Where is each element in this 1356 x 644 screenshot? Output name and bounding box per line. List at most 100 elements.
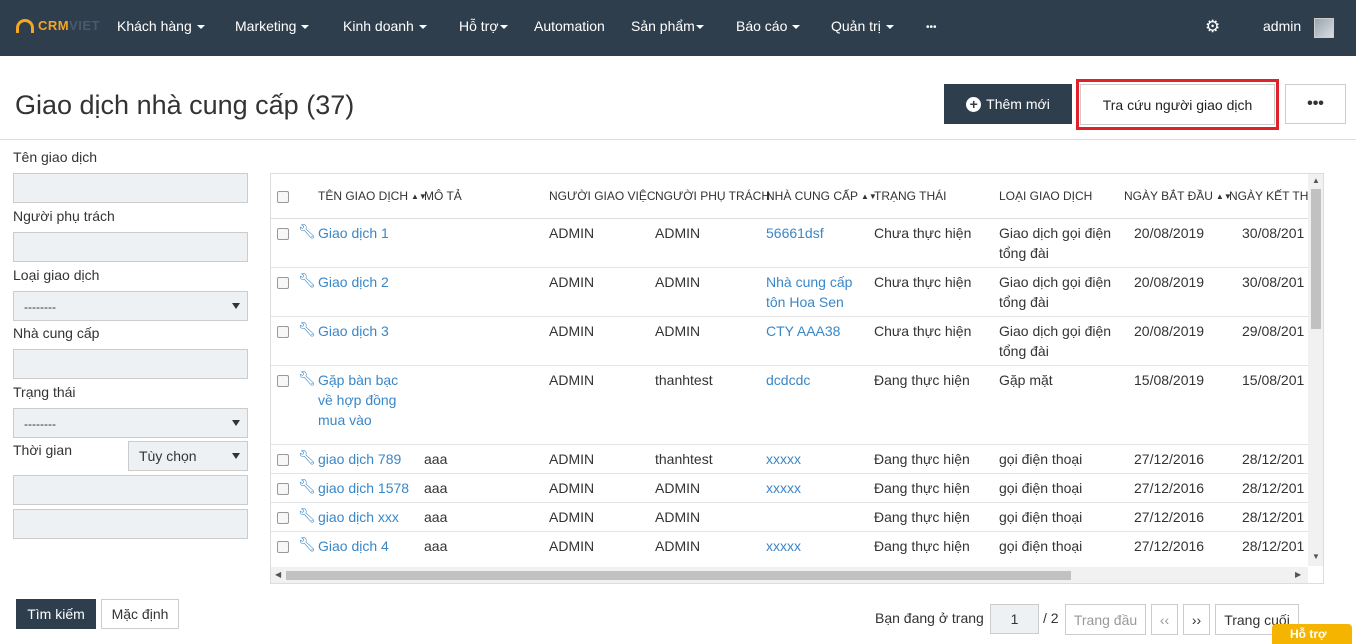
more-actions-button[interactable]: ••• xyxy=(1285,84,1346,124)
row-checkbox[interactable] xyxy=(277,375,289,387)
cell-owner: ADMIN xyxy=(655,538,701,554)
table-row[interactable]: 🔧︎ Giao dịch 4 aaa ADMIN ADMIN xxxxx Đan… xyxy=(271,532,1311,561)
transaction-name-link[interactable]: giao dịch xxx xyxy=(318,507,399,527)
row-checkbox[interactable] xyxy=(277,512,289,524)
wrench-icon[interactable]: 🔧︎ xyxy=(298,370,316,387)
wrench-icon[interactable]: 🔧︎ xyxy=(298,321,316,338)
row-checkbox[interactable] xyxy=(277,326,289,338)
wrench-icon[interactable]: 🔧︎ xyxy=(298,272,316,289)
supplier-link[interactable]: 56661dsf xyxy=(766,223,824,243)
table-row[interactable]: 🔧︎ Gặp bàn bạc về hợp đồng mua vào ADMIN… xyxy=(271,366,1311,445)
nav-marketing[interactable]: Marketing xyxy=(235,18,310,34)
row-checkbox[interactable] xyxy=(277,541,289,553)
wrench-icon[interactable]: 🔧︎ xyxy=(298,478,316,495)
plus-circle-icon: + xyxy=(966,96,982,112)
search-button[interactable]: Tìm kiếm xyxy=(16,599,96,629)
scroll-thumb[interactable] xyxy=(1311,189,1321,329)
nav-khach-hang[interactable]: Khách hàng xyxy=(117,18,205,34)
table-row[interactable]: 🔧︎ giao dịch 789 aaa ADMIN thanhtest xxx… xyxy=(271,445,1311,474)
nav-label: Kinh doanh xyxy=(343,18,414,34)
filter-type-select[interactable]: -------- xyxy=(13,291,248,321)
transaction-name-link[interactable]: Giao dịch 1 xyxy=(318,223,389,243)
filter-name-input[interactable] xyxy=(13,173,248,203)
cell-assigner: ADMIN xyxy=(549,274,595,290)
nav-san-pham[interactable]: Sản phẩm xyxy=(631,18,704,34)
transaction-name-link[interactable]: Giao dịch 3 xyxy=(318,321,389,341)
cell-end: 28/12/201 xyxy=(1242,509,1305,525)
avatar[interactable] xyxy=(1314,18,1334,38)
col-supplier-header[interactable]: NHÀ CUNG CẤP ▲▼ xyxy=(766,189,877,203)
nav-automation[interactable]: Automation xyxy=(534,18,605,34)
cell-start: 27/12/2016 xyxy=(1134,538,1205,554)
supplier-link[interactable]: xxxxx xyxy=(766,478,801,498)
table-row[interactable]: 🔧︎ giao dịch 1578 aaa ADMIN ADMIN xxxxx … xyxy=(271,474,1311,503)
cell-end: 28/12/201 xyxy=(1242,480,1305,496)
cell-start: 15/08/2019 xyxy=(1134,372,1205,388)
cell-type: Giao dịch gọi điện tổng đài xyxy=(999,323,1112,359)
filter-date-to-input[interactable] xyxy=(13,509,248,539)
supplier-link[interactable]: xxxxx xyxy=(766,536,801,556)
cell-type: Gặp mặt xyxy=(999,372,1053,388)
table-horizontal-scrollbar[interactable]: ◀ ▶ xyxy=(271,567,1308,583)
wrench-icon[interactable]: 🔧︎ xyxy=(298,536,316,553)
scroll-left-icon[interactable]: ◀ xyxy=(275,570,281,579)
next-page-button[interactable]: ›› xyxy=(1183,604,1210,635)
prev-page-button[interactable]: ‹‹ xyxy=(1151,604,1178,635)
nav-more[interactable]: ••• xyxy=(926,22,937,33)
cell-status: Chưa thực hiện xyxy=(874,225,972,241)
table-row[interactable]: 🔧︎ Giao dịch 2 ADMIN ADMIN Nhà cung cấp … xyxy=(271,268,1311,317)
page-number-input[interactable]: 1 xyxy=(990,604,1039,634)
cell-start: 20/08/2019 xyxy=(1134,225,1205,241)
supplier-link[interactable]: dcdcdc xyxy=(766,370,810,390)
wrench-icon[interactable]: 🔧︎ xyxy=(298,449,316,466)
transaction-name-link[interactable]: Giao dịch 4 xyxy=(318,536,389,556)
supplier-link[interactable]: xxxxx xyxy=(766,449,801,469)
scroll-thumb[interactable] xyxy=(286,571,1071,580)
gear-icon[interactable]: ⚙ xyxy=(1205,17,1220,37)
nav-quan-tri[interactable]: Quản trị xyxy=(831,18,894,34)
reset-default-button[interactable]: Mặc định xyxy=(101,599,179,629)
scroll-right-icon[interactable]: ▶ xyxy=(1295,570,1301,579)
row-checkbox[interactable] xyxy=(277,228,289,240)
cell-start: 27/12/2016 xyxy=(1134,451,1205,467)
wrench-icon[interactable]: 🔧︎ xyxy=(298,223,316,240)
cell-type: Giao dịch gọi điện tổng đài xyxy=(999,225,1112,261)
nav-ho-tro[interactable]: Hỗ trợ xyxy=(459,18,508,34)
wrench-icon[interactable]: 🔧︎ xyxy=(298,507,316,524)
supplier-link[interactable]: Nhà cung cấp tôn Hoa Sen xyxy=(766,272,866,312)
col-start-header[interactable]: NGÀY BẮT ĐẦU ▲▼ xyxy=(1124,189,1232,203)
filter-owner-input[interactable] xyxy=(13,232,248,262)
table-row[interactable]: 🔧︎ giao dịch xxx aaa ADMIN ADMIN Đang th… xyxy=(271,503,1311,532)
caret-down-icon xyxy=(792,25,801,30)
filter-status-select[interactable]: -------- xyxy=(13,408,248,438)
scroll-down-icon[interactable]: ▼ xyxy=(1312,552,1320,561)
nav-kinh-doanh[interactable]: Kinh doanh xyxy=(343,18,427,34)
user-name[interactable]: admin xyxy=(1263,18,1301,34)
cell-end: 28/12/201 xyxy=(1242,451,1305,467)
lookup-contact-button[interactable]: Tra cứu người giao dịch xyxy=(1080,84,1275,125)
select-all-checkbox[interactable] xyxy=(277,191,289,203)
nav-label: Automation xyxy=(534,18,605,34)
crmviet-logo[interactable]: CRMVIET xyxy=(16,18,100,33)
nav-bao-cao[interactable]: Báo cáo xyxy=(736,18,801,34)
transaction-name-link[interactable]: Gặp bàn bạc về hợp đồng mua vào xyxy=(318,370,414,430)
filter-supplier-input[interactable] xyxy=(13,349,248,379)
add-new-button[interactable]: + Thêm mới xyxy=(944,84,1072,124)
row-checkbox[interactable] xyxy=(277,483,289,495)
transaction-name-link[interactable]: Giao dịch 2 xyxy=(318,272,389,292)
support-tab[interactable]: Hỗ trợ xyxy=(1272,624,1352,644)
table-vertical-scrollbar[interactable]: ▲ ▼ xyxy=(1308,174,1323,566)
supplier-link[interactable]: CTY AAA38 xyxy=(766,321,840,341)
table-row[interactable]: 🔧︎ Giao dịch 1 ADMIN ADMIN 56661dsf Chưa… xyxy=(271,219,1311,268)
filter-date-from-input[interactable] xyxy=(13,475,248,505)
row-checkbox[interactable] xyxy=(277,277,289,289)
row-checkbox[interactable] xyxy=(277,454,289,466)
transaction-name-link[interactable]: giao dịch 789 xyxy=(318,449,401,469)
transaction-name-link[interactable]: giao dịch 1578 xyxy=(318,478,409,498)
filter-time-select[interactable]: Tùy chọn xyxy=(128,441,248,471)
col-owner-header: NGƯỜI PHỤ TRÁCH xyxy=(655,189,770,203)
table-row[interactable]: 🔧︎ Giao dịch 3 ADMIN ADMIN CTY AAA38 Chư… xyxy=(271,317,1311,366)
first-page-button[interactable]: Trang đầu xyxy=(1065,604,1146,635)
col-name-header[interactable]: TÊN GIAO DỊCH ▲▼ xyxy=(318,189,427,203)
scroll-up-icon[interactable]: ▲ xyxy=(1312,176,1320,185)
